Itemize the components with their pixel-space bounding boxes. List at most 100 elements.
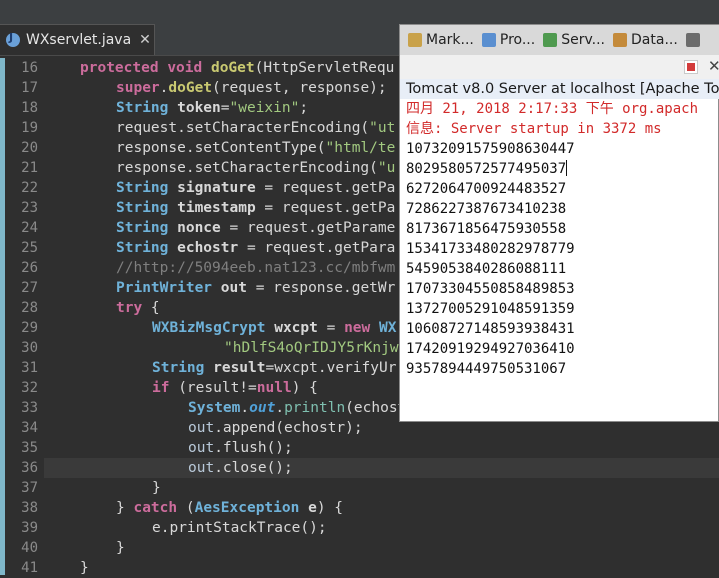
console-output-text: 10608727148593938431 [406, 321, 575, 337]
code-token: out [249, 400, 276, 416]
line-number: 35 [21, 440, 38, 456]
code-token: . [240, 400, 250, 416]
line-number: 27 [21, 280, 38, 296]
line-number: 28 [21, 300, 38, 316]
console-log-line: 信息: Server startup in 3372 ms [406, 121, 662, 137]
code-line[interactable]: } [44, 538, 719, 558]
code-token: try [116, 300, 151, 316]
view-tab-properties[interactable]: Pro... [481, 32, 535, 48]
console-output[interactable]: 四月 21, 2018 2:17:33 下午 org.apach 信息: Serv… [400, 99, 719, 421]
close-icon[interactable]: ✕ [708, 57, 719, 75]
code-token: if [152, 380, 179, 396]
code-token: (result!= [178, 380, 257, 396]
code-token: new [344, 320, 379, 336]
console-output-text: 5459053840286088111 [406, 261, 567, 277]
line-number: 32 [21, 380, 38, 396]
line-number: 26 [21, 260, 38, 276]
console-output-line: 13727005291048591359 [406, 299, 575, 319]
code-token: out [188, 440, 215, 456]
view-tab-data-source[interactable]: Data... [613, 32, 678, 48]
code-token: nonce [177, 220, 221, 236]
console-output-line: 5459053840286088111 [406, 259, 566, 279]
console-output-text: 17073304550858489853 [406, 281, 575, 297]
code-line[interactable]: } [44, 558, 719, 578]
line-number-gutter: 16 17 18 19 20 21 22 23 24 25 26 27 28 29 30 31 32 33 34 35… [0, 58, 44, 576]
code-token: String [116, 220, 178, 236]
code-token: String [152, 360, 214, 376]
code-token: = request.getParame [220, 220, 396, 236]
console-output-line: 8029580572577495037 [406, 159, 568, 179]
code-token: . [275, 400, 285, 416]
view-tab-markers[interactable]: Mark... [408, 32, 474, 48]
code-token: out [188, 460, 215, 476]
line-number: 23 [21, 200, 38, 216]
markers-icon [408, 33, 422, 47]
code-token: "ut [369, 120, 396, 136]
code-token: timestamp [177, 200, 256, 216]
code-token: PrintWriter [116, 280, 221, 296]
code-token: ( [185, 500, 195, 516]
data-source-icon [613, 33, 628, 47]
code-token: String [116, 100, 178, 116]
code-token: } [152, 480, 161, 496]
code-token: (HttpServletRequ [254, 60, 395, 76]
snippets-icon [685, 33, 700, 47]
line-number: 29 [21, 320, 38, 336]
view-tab-snippets[interactable] [685, 33, 704, 47]
code-line[interactable]: e.printStackTrace(); [44, 518, 719, 538]
console-output-line: 10608727148593938431 [406, 319, 575, 339]
view-tab-label: Mark... [426, 32, 474, 48]
code-token: String [116, 200, 178, 216]
code-token: = [220, 100, 230, 116]
code-token: String [116, 240, 178, 256]
code-token: WX [379, 320, 397, 336]
console-output-line: 10732091575908630447 [406, 139, 575, 159]
code-line[interactable]: out.close(); [44, 458, 719, 478]
code-token: response.setContentType( [116, 140, 326, 156]
console-view[interactable]: Mark... Pro... Serv... Data... ✕ Tomcat v8.… [399, 24, 719, 422]
code-token: AesException [194, 500, 309, 516]
console-output-text: 8173671856475930558 [406, 221, 567, 237]
code-token: "html/te [325, 140, 396, 156]
line-number: 31 [21, 360, 38, 376]
code-line[interactable]: } [44, 478, 719, 498]
console-output-text: 17420919294927036410 [406, 341, 575, 357]
code-token: e [308, 500, 317, 516]
console-output-text: 7286227387673410238 [406, 201, 567, 217]
console-output-line: 15341733480282978779 [406, 239, 575, 259]
code-token: =wxcpt.verifyUr [265, 360, 397, 376]
view-tab-label: Data... [631, 32, 678, 48]
code-token: result [213, 360, 266, 376]
console-output-text: 10732091575908630447 [406, 141, 575, 157]
code-token: } [116, 500, 134, 516]
code-token: "u [377, 160, 396, 176]
code-token: void [167, 60, 211, 76]
code-token: .flush(); [214, 440, 293, 456]
properties-icon [481, 33, 496, 47]
code-token: String [116, 180, 178, 196]
terminate-button[interactable] [684, 60, 698, 74]
console-output-text: 6272064700924483527 [406, 181, 567, 197]
view-tab-label: Serv... [561, 32, 606, 48]
code-token: "hDlfS4oQrIDJY5rKnjw [224, 340, 399, 356]
console-title: Tomcat v8.0 Server at localhost [Apache … [400, 79, 719, 99]
code-token: System [188, 400, 241, 416]
code-token: echostr [177, 240, 239, 256]
line-number: 39 [21, 520, 38, 536]
code-token: } [80, 560, 89, 576]
console-output-text: 8029580572577495037 [406, 161, 567, 177]
console-output-text: 9357894449750531067 [406, 361, 567, 377]
code-token: = [317, 320, 345, 336]
code-token: = request.getPara [238, 240, 396, 256]
code-line[interactable]: out.flush(); [44, 438, 719, 458]
text-caret [566, 160, 568, 176]
view-tab-servers[interactable]: Serv... [543, 32, 605, 48]
code-token: response.setCharacterEncoding( [116, 160, 378, 176]
code-line[interactable]: } catch (AesException e) { [44, 498, 719, 518]
code-token: ) { [316, 500, 344, 516]
code-token: .close(); [214, 460, 293, 476]
code-token: .append(echostr); [214, 420, 363, 436]
close-icon[interactable]: ✕ [139, 32, 151, 48]
editor-tab-wxservlet[interactable]: WXservlet.java ✕ [0, 24, 155, 55]
console-output-text: 15341733480282978779 [406, 241, 575, 257]
